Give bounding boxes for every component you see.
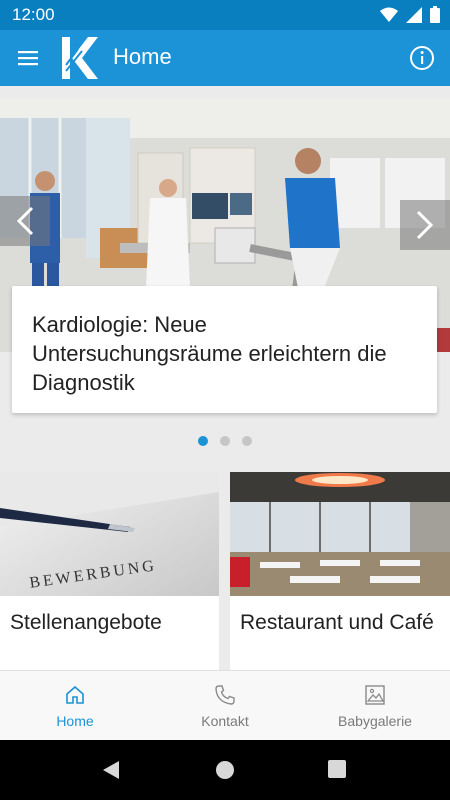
nav-item-label: Babygalerie bbox=[338, 713, 412, 729]
chevron-left-icon bbox=[16, 206, 34, 236]
menu-icon[interactable] bbox=[16, 46, 40, 70]
carousel-dot[interactable] bbox=[220, 436, 230, 446]
tile-stellenangebote[interactable]: BEWERBUNG Stellenangebote bbox=[0, 472, 219, 670]
tile-restaurant[interactable]: Restaurant und Café bbox=[230, 472, 450, 670]
news-caption-card[interactable]: Kardiologie: Neue Untersuchungsräume erl… bbox=[12, 286, 437, 413]
carousel-prev-button[interactable] bbox=[0, 196, 50, 246]
chevron-right-icon bbox=[416, 210, 434, 240]
nav-item-label: Kontakt bbox=[201, 713, 249, 729]
home-icon bbox=[66, 685, 84, 704]
nav-item-babygalerie[interactable]: Babygalerie bbox=[300, 671, 450, 741]
wifi-icon bbox=[380, 7, 398, 22]
status-time: 12:00 bbox=[12, 5, 55, 24]
tile-label: Stellenangebote bbox=[10, 611, 162, 634]
carousel-indicator bbox=[0, 436, 450, 446]
bottom-navigation: Home Kontakt Babygalerie bbox=[0, 670, 450, 741]
news-headline: Kardiologie: Neue Untersuchungsräume erl… bbox=[32, 312, 387, 395]
hospital-logo-icon bbox=[62, 37, 98, 79]
home-circle-icon[interactable] bbox=[215, 760, 235, 780]
page-title: Home bbox=[113, 44, 172, 69]
status-bar: 12:00 bbox=[0, 0, 450, 30]
carousel-dot[interactable] bbox=[198, 436, 208, 446]
tile-label: Restaurant und Café bbox=[240, 611, 434, 634]
carousel-next-button[interactable] bbox=[400, 200, 450, 250]
tile-image-bewerbung: BEWERBUNG bbox=[0, 472, 219, 596]
phone-icon bbox=[215, 685, 235, 705]
back-icon[interactable] bbox=[101, 760, 121, 780]
carousel-dot[interactable] bbox=[242, 436, 252, 446]
nav-item-kontakt[interactable]: Kontakt bbox=[150, 671, 300, 741]
nav-item-label: Home bbox=[56, 713, 94, 729]
status-icons bbox=[380, 6, 440, 23]
nav-item-home[interactable]: Home bbox=[0, 671, 150, 741]
system-navigation-bar bbox=[0, 740, 450, 800]
app-bar: Home bbox=[0, 30, 450, 86]
recents-icon[interactable] bbox=[328, 760, 346, 778]
image-icon bbox=[365, 685, 385, 705]
battery-icon bbox=[430, 6, 440, 23]
signal-icon bbox=[406, 6, 422, 23]
info-icon[interactable] bbox=[409, 45, 435, 71]
tile-image-restaurant bbox=[230, 472, 450, 596]
